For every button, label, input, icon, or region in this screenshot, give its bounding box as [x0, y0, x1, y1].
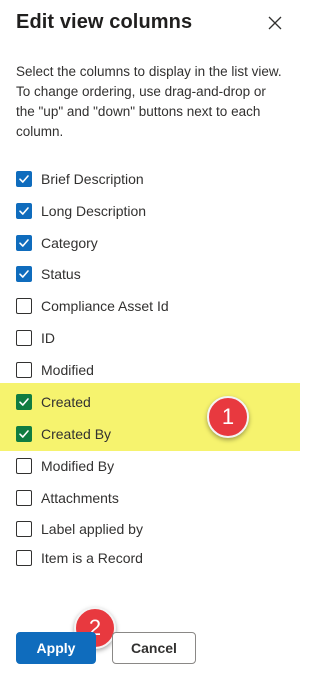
- checkmark-icon: [19, 175, 29, 183]
- column-option-id[interactable]: ID: [16, 326, 55, 350]
- panel-description: Select the columns to display in the lis…: [16, 64, 282, 139]
- column-option-status[interactable]: Status: [16, 262, 81, 286]
- column-option-modified-by[interactable]: Modified By: [16, 454, 114, 478]
- checkbox[interactable]: [16, 298, 32, 314]
- checkbox[interactable]: [16, 394, 32, 410]
- column-label: Category: [41, 235, 98, 251]
- column-option-long-description[interactable]: Long Description: [16, 199, 146, 223]
- checkmark-icon: [19, 207, 29, 215]
- column-option-item-is-a-record[interactable]: Item is a Record: [16, 546, 143, 570]
- checkbox[interactable]: [16, 203, 32, 219]
- checkmark-icon: [19, 398, 29, 406]
- column-option-modified[interactable]: Modified: [16, 358, 94, 382]
- checkmark-icon: [19, 270, 29, 278]
- checkmark-icon: [19, 239, 29, 247]
- column-option-created[interactable]: Created: [16, 390, 91, 414]
- column-label: Compliance Asset Id: [41, 298, 169, 314]
- column-option-created-by[interactable]: Created By: [16, 422, 111, 446]
- checkbox[interactable]: [16, 330, 32, 346]
- checkbox[interactable]: [16, 362, 32, 378]
- column-option-brief-description[interactable]: Brief Description: [16, 167, 144, 191]
- column-label: Label applied by: [41, 521, 143, 537]
- apply-button[interactable]: Apply: [16, 632, 96, 664]
- checkbox[interactable]: [16, 458, 32, 474]
- column-option-category[interactable]: Category: [16, 231, 98, 255]
- column-option-label-applied-by[interactable]: Label applied by: [16, 517, 143, 541]
- close-icon: [268, 16, 282, 30]
- checkbox[interactable]: [16, 171, 32, 187]
- checkbox[interactable]: [16, 521, 32, 537]
- column-label: Attachments: [41, 490, 119, 506]
- checkbox[interactable]: [16, 490, 32, 506]
- close-button[interactable]: [263, 11, 287, 35]
- checkbox[interactable]: [16, 266, 32, 282]
- column-label: Created By: [41, 426, 112, 442]
- column-label: Modified By: [41, 458, 115, 474]
- column-label: Long Description: [41, 203, 147, 219]
- checkmark-icon: [19, 430, 29, 438]
- cancel-button[interactable]: Cancel: [112, 632, 196, 664]
- column-label: Status: [41, 266, 81, 282]
- checkbox[interactable]: [16, 426, 32, 442]
- checkbox[interactable]: [16, 550, 32, 566]
- column-label: Created: [41, 394, 91, 410]
- panel-title: Edit view columns: [16, 11, 193, 33]
- checkbox[interactable]: [16, 235, 32, 251]
- column-option-attachments[interactable]: Attachments: [16, 486, 119, 510]
- column-option-compliance-asset-id[interactable]: Compliance Asset Id: [16, 294, 169, 318]
- column-label: ID: [41, 330, 55, 346]
- column-label: Modified: [41, 362, 94, 378]
- column-label: Brief Description: [41, 171, 144, 187]
- annotation-marker-1: 1: [207, 396, 249, 438]
- column-label: Item is a Record: [41, 550, 143, 566]
